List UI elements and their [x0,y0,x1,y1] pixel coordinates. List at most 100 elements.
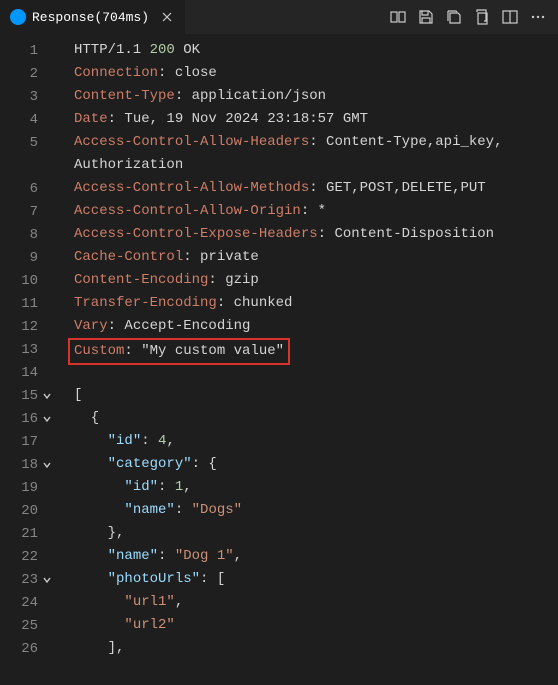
copy-icon[interactable] [474,9,490,25]
token: "Dog 1" [175,548,234,564]
token: Access-Control-Allow-Methods [74,180,309,196]
line-number: 24 [0,595,42,611]
token: , [166,433,174,449]
gutter-line: 4 [0,108,58,131]
code-line[interactable]: Content-Type: application/json [74,85,558,108]
line-number: 5 [0,135,42,151]
line-number: 14 [0,365,42,381]
gutter-line: 12 [0,315,58,338]
token: : private [183,249,259,265]
gutter-line: 20 [0,499,58,522]
token: : * [301,203,326,219]
code-line[interactable]: Authorization [74,154,558,177]
compare-icon[interactable] [390,9,406,25]
code-area[interactable]: HTTP/1.1 200 OKConnection: closeContent-… [58,39,558,685]
gutter-line [0,154,58,177]
line-number: 17 [0,434,42,450]
token: Access-Control-Expose-Headers [74,226,318,242]
token: ], [74,640,124,656]
code-line[interactable]: HTTP/1.1 200 OK [74,39,558,62]
code-line[interactable]: Custom: "My custom value" [74,338,558,361]
code-line[interactable]: "url1", [74,591,558,614]
token: "id" [108,433,142,449]
code-line[interactable]: Access-Control-Expose-Headers: Content-D… [74,223,558,246]
editor[interactable]: 1234567891011121314151617181920212223242… [0,35,558,685]
save-all-icon[interactable] [446,9,462,25]
code-line[interactable]: Access-Control-Allow-Origin: * [74,200,558,223]
code-line[interactable]: Content-Encoding: gzip [74,269,558,292]
token: : close [158,65,217,81]
tab-bar: Response(704ms) [0,0,558,35]
gutter-line: 22 [0,545,58,568]
code-line[interactable]: "id": 1, [74,476,558,499]
token: , [175,594,183,610]
token: 1 [175,479,183,495]
close-icon[interactable] [159,9,175,25]
line-number: 7 [0,204,42,220]
line-number: 4 [0,112,42,128]
line-number: 18 [0,457,42,473]
token: "Dogs" [192,502,242,518]
code-line[interactable]: [ [74,384,558,407]
token [74,617,124,633]
fold-chevron-icon[interactable] [42,460,58,470]
line-number: 19 [0,480,42,496]
gutter-line: 14 [0,361,58,384]
gutter-line: 10 [0,269,58,292]
fold-chevron-icon[interactable] [42,391,58,401]
token: : [158,479,175,495]
token: : gzip [208,272,258,288]
token: Vary [74,318,108,334]
code-line[interactable]: Access-Control-Allow-Methods: GET,POST,D… [74,177,558,200]
token: { [74,410,99,426]
line-number: 16 [0,411,42,427]
code-line[interactable]: Access-Control-Allow-Headers: Content-Ty… [74,131,558,154]
code-line[interactable]: "name": "Dog 1", [74,545,558,568]
fold-chevron-icon[interactable] [42,575,58,585]
line-number: 13 [0,342,42,358]
token: : [141,433,158,449]
code-line[interactable]: Cache-Control: private [74,246,558,269]
line-number: 25 [0,618,42,634]
line-number: 1 [0,43,42,59]
token: : Content-Disposition [318,226,494,242]
code-line[interactable]: "url2" [74,614,558,637]
gutter-line: 2 [0,62,58,85]
token: OK [175,42,200,58]
save-icon[interactable] [418,9,434,25]
token: , [183,479,191,495]
split-icon[interactable] [502,9,518,25]
token [74,502,124,518]
code-line[interactable]: Date: Tue, 19 Nov 2024 23:18:57 GMT [74,108,558,131]
code-line[interactable]: { [74,407,558,430]
tab-response[interactable]: Response(704ms) [0,0,186,34]
gutter-line: 24 [0,591,58,614]
code-line[interactable]: "id": 4, [74,430,558,453]
code-line[interactable]: "category": { [74,453,558,476]
gutter-line: 3 [0,85,58,108]
line-number: 2 [0,66,42,82]
line-number: 21 [0,526,42,542]
gutter-line: 18 [0,453,58,476]
line-number: 23 [0,572,42,588]
code-line[interactable]: "name": "Dogs" [74,499,558,522]
code-line[interactable]: ], [74,637,558,660]
gutter: 1234567891011121314151617181920212223242… [0,39,58,685]
highlight-annotation: Custom: "My custom value" [68,338,290,365]
tab-actions [390,9,558,25]
token [74,594,124,610]
gutter-line: 7 [0,200,58,223]
code-line[interactable]: "photoUrls": [ [74,568,558,591]
fold-chevron-icon[interactable] [42,414,58,424]
more-icon[interactable] [530,9,546,25]
code-line[interactable]: Connection: close [74,62,558,85]
gutter-line: 13 [0,338,58,361]
gutter-line: 25 [0,614,58,637]
gutter-line: 9 [0,246,58,269]
token: : Tue, 19 Nov 2024 23:18:57 GMT [108,111,368,127]
token: Access-Control-Allow-Headers [74,134,309,150]
code-line[interactable]: }, [74,522,558,545]
code-line[interactable]: Transfer-Encoding: chunked [74,292,558,315]
token: "url1" [124,594,174,610]
code-line[interactable]: Vary: Accept-Encoding [74,315,558,338]
